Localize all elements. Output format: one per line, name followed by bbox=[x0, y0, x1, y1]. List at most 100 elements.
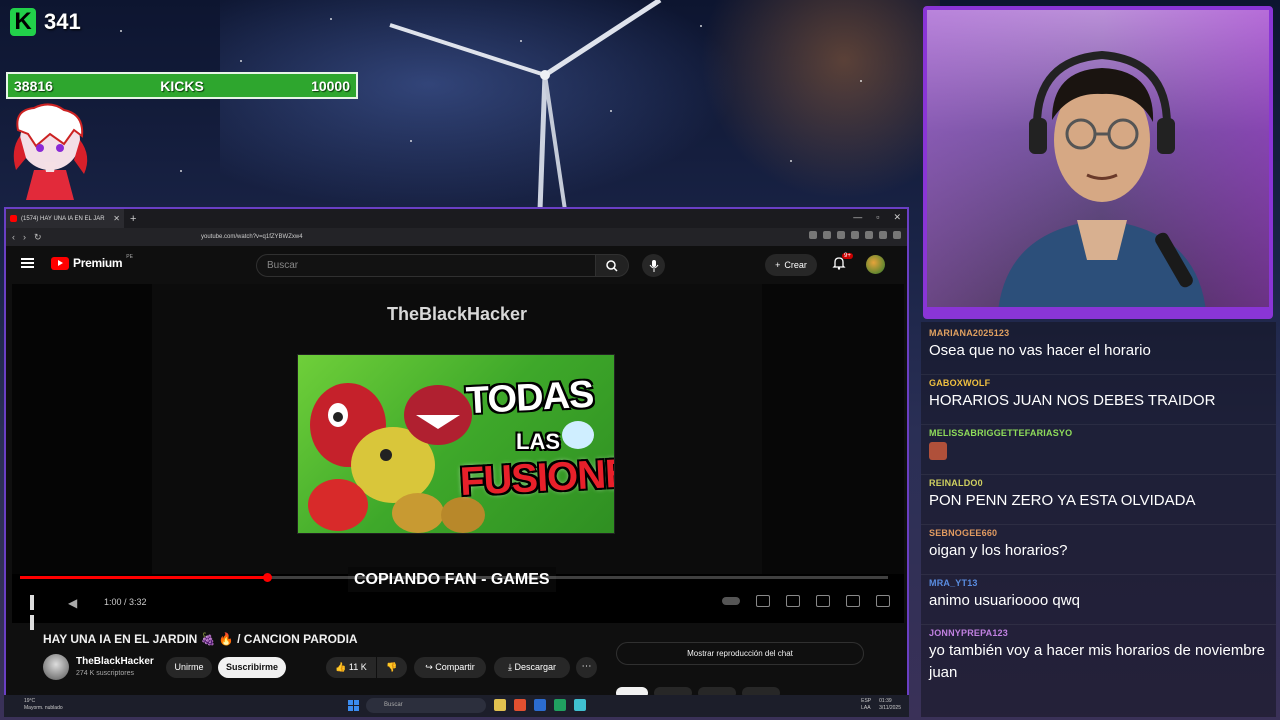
share-button[interactable]: ↪ Compartir bbox=[414, 657, 486, 678]
subtitles-icon[interactable] bbox=[756, 595, 770, 607]
progress-bar[interactable] bbox=[20, 573, 888, 582]
create-button[interactable]: + Crear bbox=[765, 254, 817, 276]
notification-badge: 9+ bbox=[842, 253, 853, 259]
dislike-button[interactable]: 👎 bbox=[377, 657, 407, 678]
reload-icon[interactable]: ↻ bbox=[34, 232, 42, 243]
language-layout: LAA bbox=[861, 705, 871, 711]
search-input[interactable]: Buscar bbox=[256, 254, 596, 277]
channel-avatar[interactable] bbox=[43, 654, 69, 680]
chat-text: HORARIOS JUAN NOS DEBES TRAIDOR bbox=[929, 392, 1216, 409]
volume-icon[interactable]: ◀ bbox=[68, 596, 82, 610]
extension-icon[interactable] bbox=[879, 231, 887, 239]
weather-widget[interactable]: 19°C Mayorm. nublado bbox=[24, 698, 63, 712]
clock-date: 3/11/2025 bbox=[879, 705, 901, 711]
chat-message: JONNYPREPA123 yo también voy a hacer mis… bbox=[929, 628, 1269, 684]
youtube-premium-logo[interactable]: Premium PE bbox=[51, 254, 133, 270]
show-chat-replay-button[interactable]: Mostrar reproducción del chat bbox=[616, 642, 864, 665]
chat-username: SEBNOGEE660 bbox=[929, 528, 998, 538]
close-window-icon[interactable]: ✕ bbox=[893, 212, 901, 223]
hamburger-menu-icon[interactable] bbox=[21, 258, 34, 269]
subscribe-button[interactable]: Suscribirme bbox=[218, 657, 286, 678]
extension-icon[interactable] bbox=[865, 231, 873, 239]
language-indicator[interactable]: ESP LAA bbox=[861, 698, 871, 712]
chat-username: MARIANA2025123 bbox=[929, 328, 1010, 338]
youtube-play-logo-icon bbox=[51, 256, 69, 270]
region-code: PE bbox=[126, 254, 133, 260]
streamer-webcam-icon bbox=[997, 50, 1207, 315]
window-controls: — ▫ ✕ bbox=[853, 212, 901, 223]
video-title: HAY UNA IA EN EL JARDIN 🍇 🔥 / CANCION PA… bbox=[43, 632, 358, 646]
chat-text: Osea que no vas hacer el horario bbox=[929, 342, 1151, 359]
settings-gear-icon[interactable] bbox=[786, 595, 800, 607]
thumbs-down-icon: 👎 bbox=[386, 662, 398, 672]
taskbar-search[interactable]: Buscar bbox=[366, 698, 486, 713]
channel-name[interactable]: TheBlackHacker bbox=[76, 656, 154, 667]
chat-text: yo también voy a hacer mis horarios de n… bbox=[929, 642, 1265, 681]
microphone-icon bbox=[649, 259, 658, 272]
account-avatar[interactable] bbox=[866, 255, 885, 274]
chat-username: MELISSABRIGGETTEFARIASYO bbox=[929, 428, 1073, 438]
new-tab-icon[interactable]: + bbox=[130, 213, 136, 225]
more-actions-icon[interactable]: ⋯ bbox=[576, 657, 597, 678]
chat-message: SEBNOGEE660 oigan y los horarios? bbox=[929, 528, 1269, 562]
like-count: 11 K bbox=[348, 662, 367, 672]
chat-message: GABOXWOLF HORARIOS JUAN NOS DEBES TRAIDO… bbox=[929, 378, 1269, 412]
extension-icon[interactable] bbox=[809, 231, 817, 239]
notifications-button[interactable]: 9+ bbox=[832, 253, 853, 274]
app-icon[interactable] bbox=[574, 699, 586, 711]
thumbnail-text-2: LAS bbox=[516, 429, 560, 454]
windows-start-icon[interactable] bbox=[348, 700, 359, 711]
tab-close-icon[interactable]: ✕ bbox=[113, 214, 120, 223]
player-controls: ◀ 1:00 / 3:32 bbox=[12, 589, 904, 630]
chat-message: MELISSABRIGGETTEFARIASYO bbox=[929, 428, 1269, 460]
word-icon[interactable] bbox=[534, 699, 546, 711]
autoplay-toggle[interactable] bbox=[722, 597, 740, 605]
taskbar-apps bbox=[494, 699, 586, 711]
chat-username: MRA_YT13 bbox=[929, 578, 978, 588]
clock[interactable]: 01:39 3/11/2025 bbox=[879, 698, 901, 712]
cast-icon[interactable] bbox=[846, 595, 860, 607]
kicks-label: KICKS bbox=[160, 77, 204, 94]
minimize-icon[interactable]: — bbox=[853, 212, 862, 223]
kicks-current: 38816 bbox=[14, 77, 53, 94]
progress-scrubber[interactable] bbox=[263, 573, 273, 582]
pause-icon[interactable] bbox=[30, 595, 44, 630]
back-icon[interactable]: ‹ bbox=[12, 232, 15, 242]
extension-icon[interactable] bbox=[823, 231, 831, 239]
download-button[interactable]: ⤓ Descargar bbox=[494, 657, 570, 678]
fullscreen-icon[interactable] bbox=[876, 595, 890, 607]
tab-strip: (1574) HAY UNA IA EN EL JAR ✕ + — ▫ ✕ bbox=[6, 209, 907, 228]
plus-icon: + bbox=[775, 260, 781, 270]
search-icon bbox=[606, 259, 618, 272]
player-right-controls bbox=[722, 595, 890, 607]
video-player[interactable]: TheBlackHacker TODAS LAS FUSIONES COPIAN… bbox=[12, 284, 904, 630]
like-button[interactable]: 👍 11 K bbox=[326, 657, 376, 678]
browser-window: (1574) HAY UNA IA EN EL JAR ✕ + — ▫ ✕ ‹ … bbox=[4, 207, 909, 697]
miniplayer-icon[interactable] bbox=[816, 595, 830, 607]
browser-tab-youtube[interactable]: (1574) HAY UNA IA EN EL JAR ✕ bbox=[6, 209, 124, 228]
url-field[interactable]: youtube.com/watch?v=q1fZYBWZxw4 bbox=[171, 231, 691, 243]
kick-logo-icon: K bbox=[10, 8, 36, 36]
brave-browser-icon[interactable] bbox=[514, 699, 526, 711]
thumbnail-text-3: FUSIONES bbox=[458, 449, 615, 505]
app-icon[interactable] bbox=[554, 699, 566, 711]
chat-text: PON PENN ZERO YA ESTA OLVIDADA bbox=[929, 492, 1196, 509]
extension-icon[interactable] bbox=[837, 231, 845, 239]
file-explorer-icon[interactable] bbox=[494, 699, 506, 711]
create-label: Crear bbox=[784, 260, 807, 270]
download-label: Descargar bbox=[514, 662, 556, 672]
extension-icon[interactable] bbox=[851, 231, 859, 239]
voice-search-button[interactable] bbox=[642, 254, 665, 277]
maximize-icon[interactable]: ▫ bbox=[876, 212, 879, 223]
forward-icon[interactable]: › bbox=[23, 232, 26, 242]
thumbs-up-icon: 👍 bbox=[335, 662, 349, 672]
chat-message: REINALDO0 PON PENN ZERO YA ESTA OLVIDADA bbox=[929, 478, 1269, 512]
youtube-favicon-icon bbox=[10, 215, 17, 222]
wind-turbine-icon bbox=[389, 0, 662, 210]
chat-username: GABOXWOLF bbox=[929, 378, 991, 388]
share-icon: ↪ bbox=[425, 662, 436, 672]
join-button[interactable]: Unirme bbox=[166, 657, 212, 678]
kick-follower-counter: K 341 bbox=[10, 8, 81, 36]
menu-icon[interactable] bbox=[893, 231, 901, 239]
search-button[interactable] bbox=[595, 254, 629, 277]
